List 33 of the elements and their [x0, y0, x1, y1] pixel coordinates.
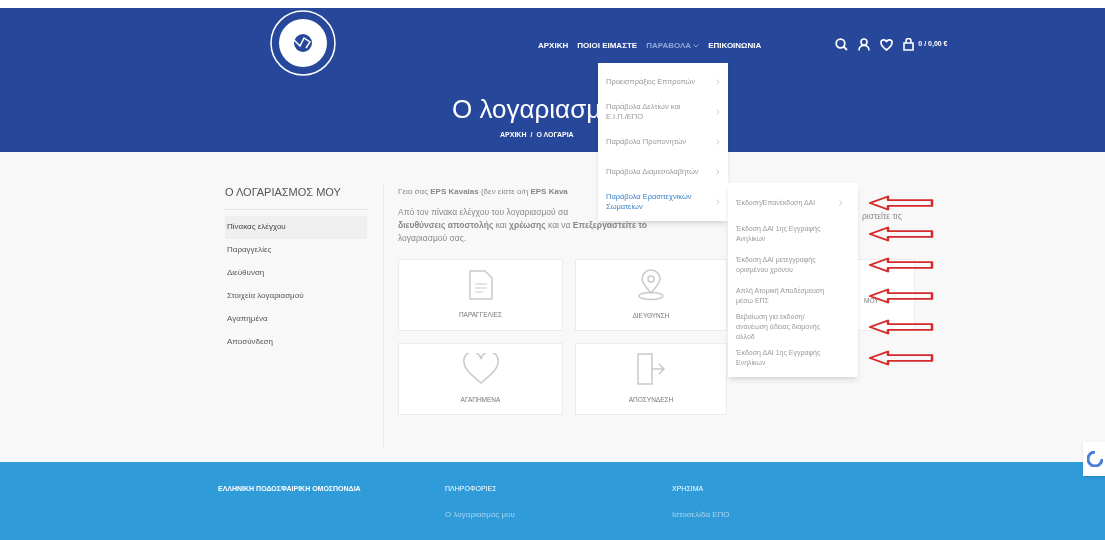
shopping-bag-icon[interactable]	[903, 38, 915, 51]
recaptcha-icon	[1087, 451, 1103, 467]
document-icon	[468, 270, 493, 301]
chevron-right-icon	[716, 169, 720, 175]
page-title: Ο λογαριασμ	[452, 96, 602, 122]
location-pin-icon	[636, 269, 666, 302]
search-icon[interactable]	[835, 38, 849, 51]
intro-text-line: λογαριασμού σας.	[398, 232, 467, 245]
sidebar-title: Ο ΛΟΓΑΡΙΑΣΜΟΣ ΜΟΥ	[225, 184, 367, 210]
chevron-right-icon	[716, 79, 720, 85]
intro-text-line: διευθύνσεις αποστολής και χρέωσης και να Επεξεργαστείτε το	[398, 219, 648, 232]
chevron-right-icon	[716, 199, 720, 205]
intro-text-fragment: ριστείτε τις	[862, 211, 902, 221]
chevron-right-icon	[839, 199, 843, 206]
sidebar-item[interactable]: Στοιχεία λογαριασμού	[225, 284, 367, 308]
user-icon[interactable]	[858, 38, 871, 51]
nav-link[interactable]: ΠΟΙΟΙ ΕΙΜΑΣΤΕ	[577, 40, 638, 52]
heart-icon	[462, 353, 499, 386]
exit-door-icon	[636, 353, 666, 386]
sidebar-item[interactable]: Αγαπημένα	[225, 307, 367, 331]
heart-icon[interactable]	[880, 38, 894, 51]
caret-icon	[693, 44, 700, 48]
nav-link[interactable]: ΑΡΧΙΚΗ	[538, 40, 569, 52]
chevron-right-icon	[716, 109, 720, 115]
sidebar-item[interactable]: Αποσύνδεση	[225, 330, 367, 354]
intro-text-line: Από τον πίνακα ελέγχου του λογαριασμού σα	[398, 206, 569, 219]
sidebar-item[interactable]: Πίνακας ελέγχου	[225, 215, 367, 239]
greeting-text: Γεια σας EPS Kavalas (δεν είστε ο/η EPS Kava	[398, 186, 568, 198]
sidebar-item[interactable]: Διεύθυνση	[225, 261, 367, 285]
chevron-right-icon	[716, 139, 720, 145]
nav-link[interactable]: ΠΑΡΑΒΟΛΑ	[646, 40, 700, 52]
nav-link[interactable]: ΕΠΙΚΟΙΝΩΝΙΑ	[708, 40, 762, 52]
sidebar-item[interactable]: Παραγγελίες	[225, 238, 367, 262]
